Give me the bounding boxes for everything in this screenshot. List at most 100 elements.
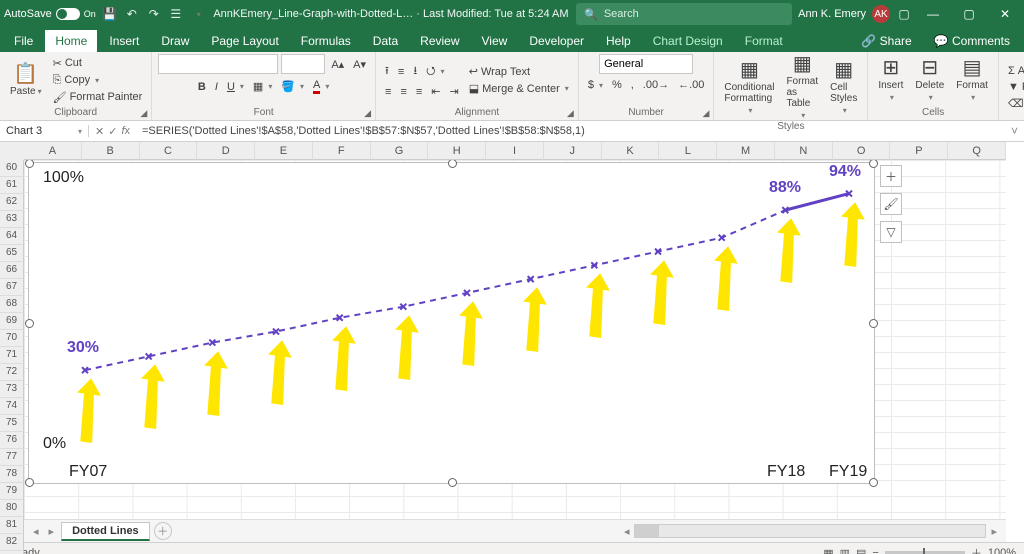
col-header[interactable]: A — [24, 142, 82, 160]
tab-help[interactable]: Help — [596, 30, 641, 52]
copy-button[interactable]: ⎘ Copy — [50, 73, 146, 88]
tab-file[interactable]: File — [4, 30, 43, 52]
tab-chart-design[interactable]: Chart Design — [643, 30, 733, 52]
italic-button[interactable]: I — [212, 78, 221, 95]
comma-button[interactable]: , — [628, 78, 637, 92]
hscroll-right-icon[interactable]: ▸ — [988, 525, 1000, 538]
col-header[interactable]: I — [486, 142, 544, 160]
row-header[interactable]: 73 — [0, 381, 24, 398]
row-header[interactable]: 65 — [0, 245, 24, 262]
tab-draw[interactable]: Draw — [151, 30, 199, 52]
cut-button[interactable]: ✂ Cut — [50, 56, 146, 71]
paste-button[interactable]: 📋Paste — [6, 64, 46, 97]
chart-elements-button[interactable]: ＋ — [880, 165, 902, 187]
sheet-tab-dotted-lines[interactable]: Dotted Lines — [61, 522, 150, 541]
wrap-text-button[interactable]: ↩ Wrap Text — [466, 64, 572, 79]
format-cells-button[interactable]: ▤Format — [952, 58, 992, 102]
row-header[interactable]: 74 — [0, 398, 24, 415]
row-header[interactable]: 61 — [0, 177, 24, 194]
col-header[interactable]: E — [255, 142, 313, 160]
accounting-button[interactable]: $ — [585, 78, 606, 92]
qat-more-icon[interactable] — [190, 6, 206, 22]
row-header[interactable]: 69 — [0, 313, 24, 330]
inc-decimal-button[interactable]: .00→ — [640, 78, 672, 92]
row-header[interactable]: 70 — [0, 330, 24, 347]
tab-review[interactable]: Review — [410, 30, 469, 52]
tab-developer[interactable]: Developer — [519, 30, 594, 52]
number-launcher[interactable]: ◢ — [702, 108, 709, 119]
sheet-nav-prev-icon[interactable]: ◂ — [30, 525, 42, 538]
row-header[interactable]: 81 — [0, 517, 24, 534]
tab-insert[interactable]: Insert — [99, 30, 149, 52]
merge-center-button[interactable]: ⬓ Merge & Center — [466, 81, 572, 96]
add-sheet-button[interactable]: ＋ — [154, 522, 172, 540]
col-header[interactable]: J — [544, 142, 602, 160]
minimize-button[interactable]: ― — [918, 7, 948, 21]
col-header[interactable]: O — [833, 142, 891, 160]
dec-decimal-button[interactable]: ←.00 — [675, 78, 707, 92]
border-button[interactable]: ▦ — [250, 78, 275, 95]
clipboard-launcher[interactable]: ◢ — [140, 108, 147, 119]
tab-page-layout[interactable]: Page Layout — [201, 30, 288, 52]
row-header[interactable]: 82 — [0, 534, 24, 551]
bold-button[interactable]: B — [195, 78, 209, 95]
autosum-button[interactable]: Σ AutoSum — [1005, 64, 1024, 78]
hscroll-left-icon[interactable]: ◂ — [621, 525, 633, 538]
row-header[interactable]: 60 — [0, 160, 24, 177]
row-header[interactable]: 78 — [0, 466, 24, 483]
col-header[interactable]: C — [140, 142, 198, 160]
view-page-break-icon[interactable]: ▤ — [856, 547, 866, 554]
row-header[interactable]: 62 — [0, 194, 24, 211]
tab-view[interactable]: View — [472, 30, 518, 52]
undo-icon[interactable]: ↶ — [124, 6, 140, 22]
name-box-chevron-icon[interactable]: ▾ — [78, 127, 82, 136]
align-middle-icon[interactable]: ≡ — [395, 61, 407, 82]
row-header[interactable]: 72 — [0, 364, 24, 381]
row-header[interactable]: 77 — [0, 449, 24, 466]
row-header[interactable]: 80 — [0, 500, 24, 517]
zoom-level[interactable]: 100% — [988, 547, 1016, 554]
comments-button[interactable]: 💬 Comments — [924, 30, 1020, 52]
col-header[interactable]: P — [890, 142, 948, 160]
view-page-layout-icon[interactable]: ▥ — [840, 547, 850, 554]
col-header[interactable]: G — [371, 142, 429, 160]
percent-button[interactable]: % — [609, 78, 625, 92]
tab-data[interactable]: Data — [363, 30, 408, 52]
delete-cells-button[interactable]: ⊟Delete — [911, 58, 948, 102]
search-input[interactable]: 🔍 Search — [576, 3, 792, 25]
close-button[interactable]: ✕ — [990, 7, 1020, 21]
format-as-table-button[interactable]: ▦Format as Table — [782, 54, 822, 120]
col-header[interactable]: M — [717, 142, 775, 160]
font-color-button[interactable]: A — [310, 78, 332, 95]
indent-inc-icon[interactable]: ⇥ — [447, 84, 462, 99]
select-all-corner[interactable] — [0, 142, 25, 161]
fill-button[interactable]: ▼ Fill — [1005, 80, 1024, 94]
font-launcher[interactable]: ◢ — [364, 108, 371, 119]
format-painter-button[interactable]: 🖌 Format Painter — [50, 90, 146, 105]
conditional-formatting-button[interactable]: ▦Conditional Formatting — [720, 60, 778, 115]
tab-formulas[interactable]: Formulas — [291, 30, 361, 52]
col-header[interactable]: B — [82, 142, 140, 160]
enter-entry-icon[interactable]: ✓ — [108, 125, 117, 138]
align-right-icon[interactable]: ≡ — [413, 84, 425, 99]
cancel-entry-icon[interactable]: ✕ — [95, 125, 104, 138]
tab-format[interactable]: Format — [735, 30, 793, 52]
redo-icon[interactable]: ↷ — [146, 6, 162, 22]
share-button[interactable]: 🔗 Share — [851, 30, 921, 52]
save-icon[interactable]: 💾 — [102, 6, 118, 22]
row-header[interactable]: 75 — [0, 415, 24, 432]
cell-styles-button[interactable]: ▦Cell Styles — [826, 60, 861, 115]
row-header[interactable]: 71 — [0, 347, 24, 364]
row-header[interactable]: 63 — [0, 211, 24, 228]
autosave-toggle[interactable] — [56, 8, 80, 20]
row-header[interactable]: 64 — [0, 228, 24, 245]
ribbon-display-icon[interactable]: ▢ — [896, 6, 912, 22]
align-center-icon[interactable]: ≡ — [397, 84, 409, 99]
touch-mode-icon[interactable]: ☰ — [168, 6, 184, 22]
row-header[interactable]: 76 — [0, 432, 24, 449]
decrease-font-icon[interactable]: A▾ — [350, 54, 369, 74]
number-format-select[interactable] — [599, 54, 693, 74]
underline-button[interactable]: U — [224, 78, 247, 95]
align-left-icon[interactable]: ≡ — [382, 84, 394, 99]
col-header[interactable]: N — [775, 142, 833, 160]
